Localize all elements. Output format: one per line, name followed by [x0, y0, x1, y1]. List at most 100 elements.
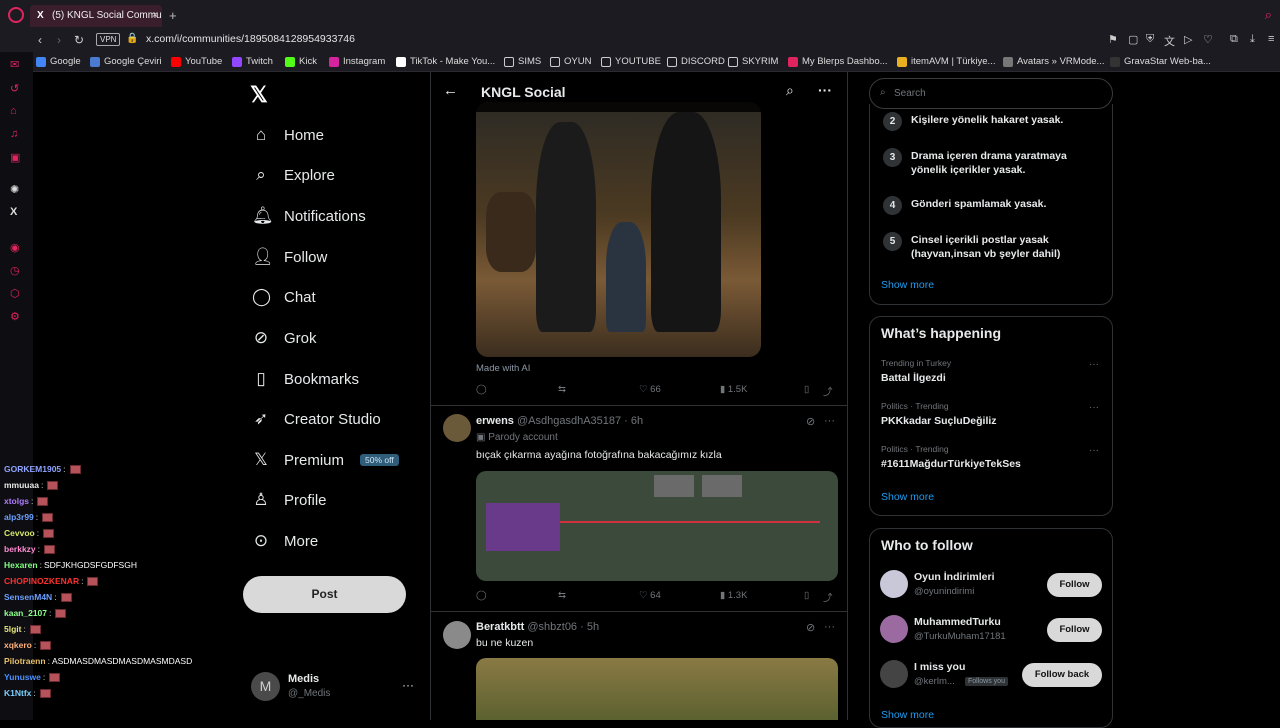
trend-item[interactable]: PKKkadar SuçluDeğiliz	[881, 415, 997, 427]
menu-icon[interactable]: ≡	[1268, 33, 1274, 45]
sidebar-history-icon[interactable]: ↺	[10, 82, 19, 95]
download-icon[interactable]: ⤓	[1250, 33, 1255, 46]
wtf-show-more-link[interactable]: Show more	[881, 709, 934, 721]
sidebar-settings-icon[interactable]: ⚙	[10, 310, 20, 323]
like-icon[interactable]: ♡ 64	[639, 590, 661, 601]
sidebar-mail-icon[interactable]: ✉	[10, 58, 19, 71]
back-arrow-icon[interactable]: ←	[443, 82, 458, 99]
bookmark-blerps[interactable]: My Blerps Dashbo...	[788, 56, 888, 67]
suggested-user-name[interactable]: I miss you	[914, 661, 965, 673]
nav-item-chat[interactable]: ◯ Chat	[252, 287, 316, 307]
repost-icon[interactable]: ⇆	[558, 590, 566, 601]
views-icon[interactable]: ▮ 1.3K	[720, 590, 747, 601]
search-tabs-icon[interactable]: ⌕	[1265, 7, 1272, 23]
opera-logo-icon[interactable]	[8, 7, 24, 23]
nav-item-profile[interactable]: ♙ Profile	[252, 490, 326, 510]
views-icon[interactable]: ▮ 1.5K	[720, 384, 747, 395]
sidebar-player-icon[interactable]: ◉	[10, 241, 20, 254]
bookmark-folder-sims[interactable]: SIMS	[504, 56, 541, 67]
bookmark-gravastar[interactable]: GravaStar Web-ba...	[1110, 56, 1211, 67]
nav-item-more[interactable]: ⊙ More	[252, 531, 318, 551]
suggested-user-name[interactable]: Oyun İndirimleri	[914, 571, 995, 583]
shield-icon[interactable]: ⛨	[1146, 33, 1154, 46]
bookmark-instagram[interactable]: Instagram	[329, 56, 385, 67]
tab-close-icon[interactable]: ×	[152, 5, 158, 27]
like-icon[interactable]: ♡ 66	[639, 384, 661, 395]
post-author[interactable]: erwens @AsdhgasdhA35187 · 6h	[476, 415, 643, 427]
bookmark-page-icon[interactable]: ⚑	[1108, 33, 1118, 46]
bookmark-google[interactable]: Google	[36, 56, 81, 67]
post-author[interactable]: Beratkbtt @shbzt06 · 5h	[476, 621, 599, 633]
bookmark-folder-skyrim[interactable]: SKYRIM	[728, 56, 778, 67]
avatar[interactable]: M	[251, 672, 280, 701]
account-more-icon[interactable]: ···	[402, 678, 414, 692]
follow-button[interactable]: Follow back	[1022, 663, 1102, 687]
nav-item-bookmarks[interactable]: ▯ Bookmarks	[252, 369, 359, 389]
grok-icon[interactable]: ⊘	[806, 415, 815, 428]
sidebar-music-icon[interactable]: ♫	[10, 128, 18, 140]
translate-icon[interactable]: 文	[1164, 33, 1175, 49]
more-icon[interactable]: ···	[824, 415, 835, 427]
trend-more-icon[interactable]: ···	[1089, 445, 1099, 456]
follow-button[interactable]: Follow	[1047, 573, 1102, 597]
new-tab-button[interactable]: +	[169, 5, 177, 27]
search-icon[interactable]: ⌕	[786, 82, 794, 99]
trend-more-icon[interactable]: ···	[1089, 402, 1099, 413]
nav-item-notifications[interactable]: 🔔︎ Notifications	[252, 206, 366, 226]
nav-item-creator-studio[interactable]: ➶ Creator Studio	[252, 409, 381, 429]
trend-item[interactable]: #1611MağdurTürkiyeTekSes	[881, 458, 1021, 470]
vpn-badge[interactable]: VPN	[96, 33, 121, 46]
bookmark-tiktok[interactable]: TikTok - Make You...	[396, 56, 495, 67]
post-image[interactable]	[476, 102, 761, 357]
avatar[interactable]	[880, 660, 908, 688]
sidebar-cube-icon[interactable]: ⬡	[10, 287, 20, 300]
more-icon[interactable]: ···	[818, 82, 832, 98]
suggested-user-name[interactable]: MuhammedTurku	[914, 616, 1001, 628]
trends-show-more-link[interactable]: Show more	[881, 491, 934, 503]
bookmark-google-translate[interactable]: Google Çeviri	[90, 56, 162, 67]
bookmark-icon[interactable]: ▯	[804, 590, 809, 601]
share-icon[interactable]: ⤴	[823, 590, 833, 604]
url-field[interactable]: x.com/i/communities/1895084128954933746	[146, 33, 355, 45]
avatar[interactable]	[880, 570, 908, 598]
avatar[interactable]	[443, 414, 471, 442]
nav-item-grok[interactable]: ⊘ Grok	[252, 328, 317, 348]
trend-more-icon[interactable]: ···	[1089, 359, 1099, 370]
sidebar-clock-icon[interactable]: ◷	[10, 264, 20, 277]
bookmark-kick[interactable]: Kick	[285, 56, 317, 67]
bookmark-itemavm[interactable]: itemAVM | Türkiye...	[897, 56, 995, 67]
post-button[interactable]: Post	[243, 576, 406, 613]
grok-icon[interactable]: ⊘	[806, 621, 815, 634]
sidebar-x-icon[interactable]: X	[10, 206, 17, 218]
lock-icon[interactable]: 🔒	[126, 33, 138, 44]
reply-icon[interactable]: ◯	[476, 384, 487, 395]
bookmark-twitch[interactable]: Twitch	[232, 56, 273, 67]
avatar[interactable]	[443, 621, 471, 649]
share-icon[interactable]: ⤴	[823, 384, 833, 398]
bookmark-folder-youtube[interactable]: YOUTUBE	[601, 56, 661, 67]
post-image[interactable]	[476, 471, 838, 581]
repost-icon[interactable]: ⇆	[558, 384, 566, 395]
x-logo-icon[interactable]: 𝕏	[250, 82, 268, 108]
nav-item-follow[interactable]: 👤︎ Follow	[252, 247, 327, 267]
nav-item-explore[interactable]: ⌕ Explore	[252, 165, 335, 185]
snapshot-icon[interactable]: ▢	[1128, 33, 1138, 46]
sidebar-bag-icon[interactable]: ⌂	[10, 105, 17, 117]
forward-arrow-icon[interactable]: ›	[57, 33, 61, 47]
bookmark-folder-discord[interactable]: DISCORD	[667, 56, 725, 67]
rules-show-more-link[interactable]: Show more	[881, 279, 934, 291]
more-icon[interactable]: ···	[824, 621, 835, 633]
nav-item-home[interactable]: ⌂ Home	[252, 125, 324, 145]
browser-tab[interactable]: X (5) KNGL Social Communi	[30, 5, 162, 27]
extensions-icon[interactable]: ⧉	[1230, 33, 1238, 46]
play-icon[interactable]: ▷	[1184, 33, 1192, 46]
post-image[interactable]	[476, 658, 838, 720]
bookmark-folder-oyun[interactable]: OYUN	[550, 56, 591, 67]
back-arrow-icon[interactable]: ‹	[38, 33, 42, 47]
sidebar-chatgpt-icon[interactable]: ✺	[10, 183, 19, 196]
reload-icon[interactable]: ↻	[74, 33, 84, 47]
bookmark-vrmodels[interactable]: Avatars » VRMode...	[1003, 56, 1104, 67]
nav-item-premium[interactable]: 𝕏 Premium 50% off	[252, 450, 399, 470]
heart-icon[interactable]: ♡	[1203, 33, 1213, 46]
sidebar-wallet-icon[interactable]: ▣	[10, 151, 20, 164]
